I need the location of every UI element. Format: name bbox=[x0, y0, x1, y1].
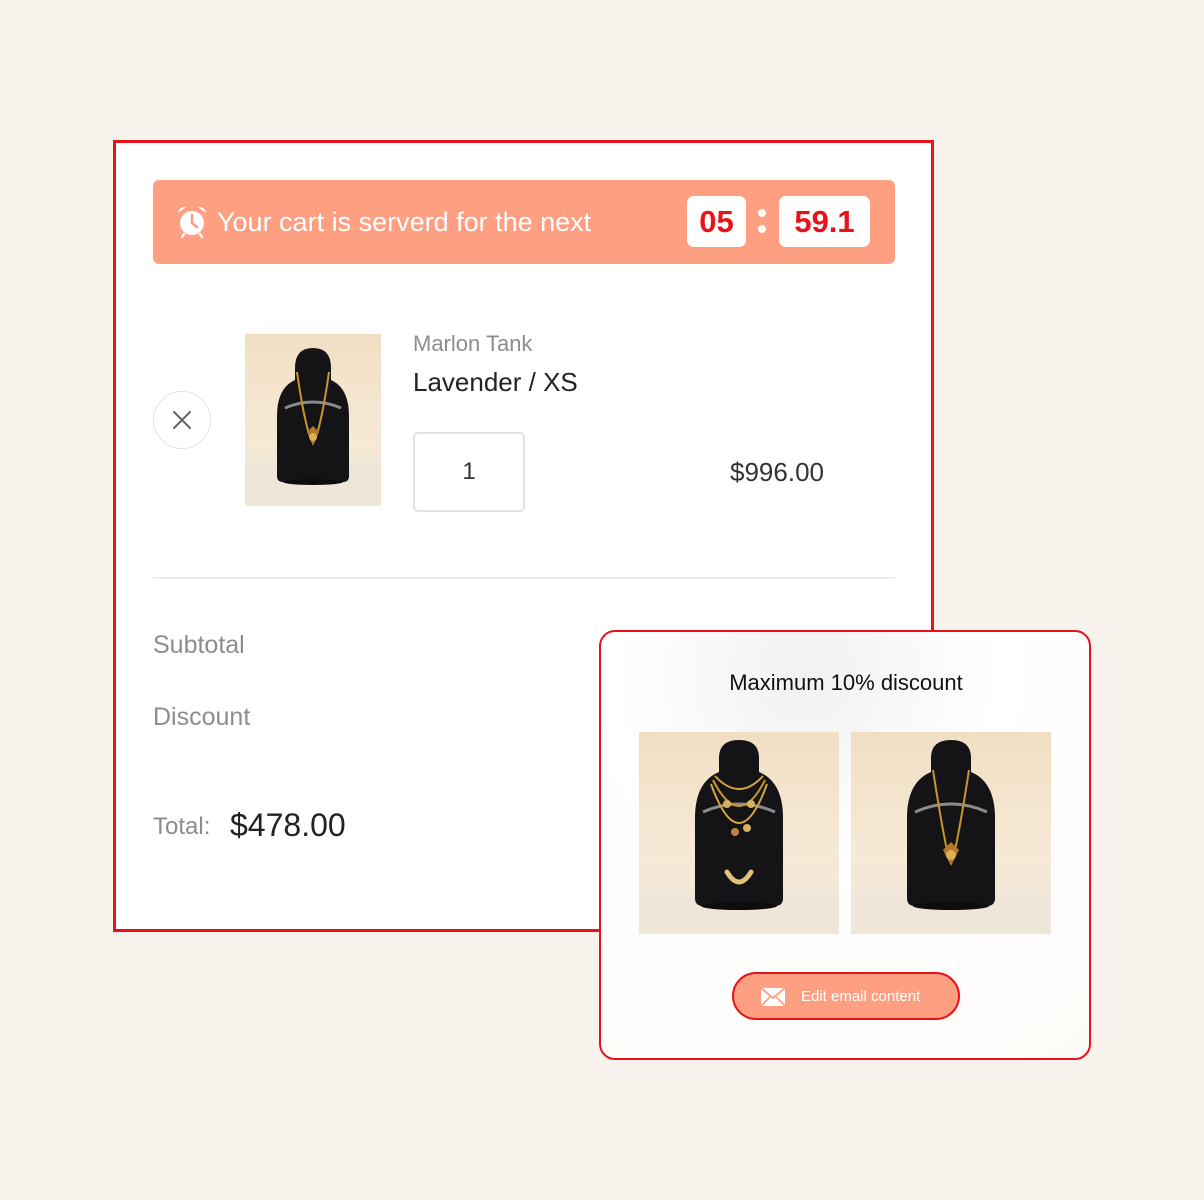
necklace-bust-image bbox=[245, 348, 381, 506]
divider bbox=[153, 577, 895, 579]
mail-icon bbox=[760, 987, 786, 1007]
quantity-input[interactable]: 1 bbox=[413, 432, 525, 512]
close-icon bbox=[173, 411, 191, 429]
edit-email-content-label: Edit email content bbox=[801, 988, 921, 1005]
timer-seconds: 59.1 bbox=[779, 196, 870, 247]
product-image[interactable] bbox=[245, 334, 381, 506]
edit-email-content-button[interactable]: Edit email content bbox=[732, 972, 960, 1020]
alarm-clock-icon bbox=[178, 206, 206, 238]
total-value: $478.00 bbox=[230, 807, 346, 843]
timer-minutes: 05 bbox=[687, 196, 746, 247]
subtotal-label: Subtotal bbox=[153, 631, 245, 659]
item-price: $996.00 bbox=[730, 457, 824, 487]
heart-pendant-necklace-image bbox=[851, 740, 1051, 934]
email-title: Maximum 10% discount bbox=[729, 670, 963, 695]
product-variant: Lavender / XS bbox=[413, 367, 578, 397]
email-preview-card: Maximum 10% discount Edit email content bbox=[599, 630, 1091, 1060]
discount-label: Discount bbox=[153, 703, 251, 731]
remove-item-button[interactable] bbox=[153, 391, 211, 449]
layered-necklaces-image bbox=[639, 740, 839, 934]
product-name[interactable]: Marlon Tank bbox=[413, 331, 532, 357]
total-label: Total: bbox=[153, 813, 211, 840]
cart-reservation-timer: Your cart is serverd for the next 05 59.… bbox=[153, 180, 895, 264]
email-product-image-1 bbox=[639, 732, 839, 934]
timer-message: Your cart is serverd for the next bbox=[217, 207, 592, 237]
email-product-image-2 bbox=[851, 732, 1051, 934]
timer-colon bbox=[756, 202, 768, 240]
